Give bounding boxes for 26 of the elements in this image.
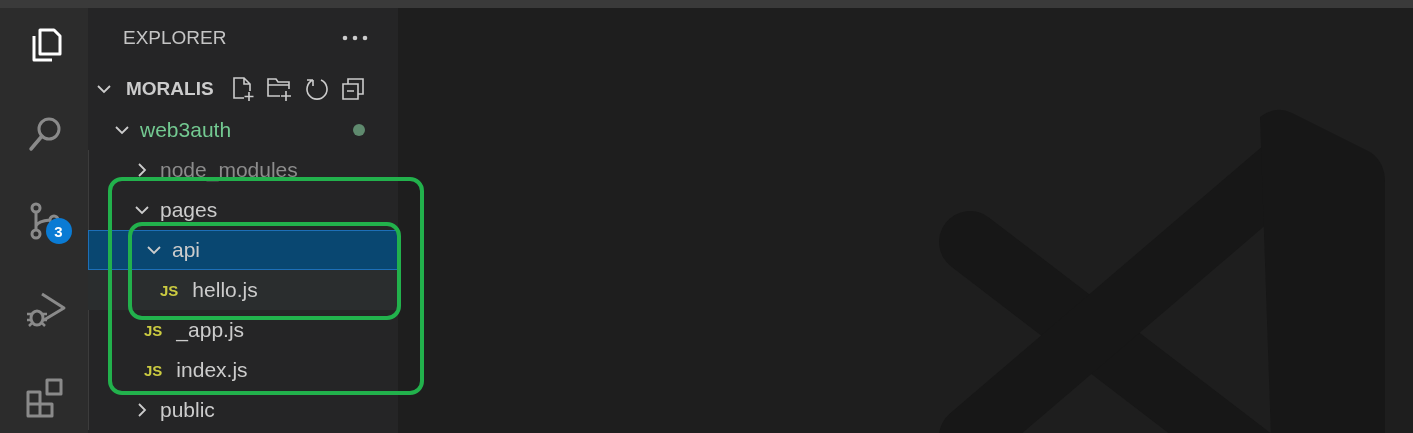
file-row[interactable]: JS index.js: [88, 350, 398, 390]
folder-row[interactable]: public: [88, 390, 398, 430]
folder-row[interactable]: web3auth: [88, 110, 398, 150]
file-name: hello.js: [192, 278, 258, 302]
javascript-file-icon: JS: [144, 361, 163, 379]
file-name: web3auth: [140, 118, 232, 142]
file-name: api: [172, 238, 201, 262]
file-name: public: [160, 398, 215, 422]
file-name: pages: [160, 198, 218, 222]
file-name: index.js: [176, 358, 248, 382]
sidebar-title: EXPLORER: [123, 27, 227, 49]
more-actions-icon[interactable]: [342, 35, 368, 41]
new-folder-icon[interactable]: [265, 76, 294, 102]
refresh-icon[interactable]: [303, 76, 330, 102]
section-title[interactable]: MORALIS: [126, 78, 214, 100]
javascript-file-icon: JS: [160, 281, 179, 299]
folder-row[interactable]: api: [88, 230, 398, 270]
file-row[interactable]: JS hello.js: [88, 270, 398, 310]
file-name: _app.js: [176, 318, 245, 342]
folder-row[interactable]: node_modules: [88, 150, 398, 190]
file-name: node_modules: [160, 158, 298, 182]
file-row[interactable]: JS _app.js: [88, 310, 398, 350]
javascript-file-icon: JS: [144, 321, 163, 339]
count-badge: 3: [45, 218, 72, 244]
collapse-all-icon[interactable]: [339, 76, 366, 102]
folder-row[interactable]: pages: [88, 190, 398, 230]
